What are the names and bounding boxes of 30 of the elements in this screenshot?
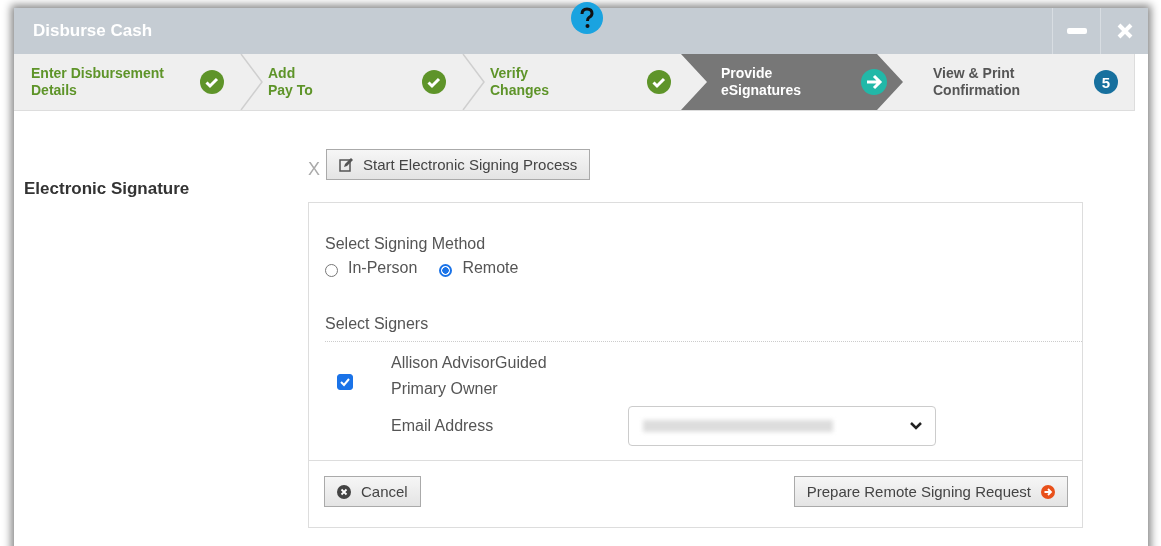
chevron-down-icon xyxy=(909,421,923,431)
checkbox[interactable] xyxy=(337,374,353,390)
field-label: Email Address xyxy=(391,417,495,435)
close-circle-icon xyxy=(337,484,351,499)
minimize-icon xyxy=(1066,28,1087,34)
edit-icon xyxy=(339,157,353,172)
prepare-request-button[interactable]: Prepare Remote Signing Request xyxy=(793,476,1068,507)
step-label: Add Pay To xyxy=(268,65,314,99)
arrow-circle-icon xyxy=(1041,484,1055,499)
step-label: Verify Changes xyxy=(490,65,551,99)
window-title: Disburse Cash xyxy=(33,21,153,41)
radio-option[interactable]: Remote xyxy=(439,259,519,277)
check-icon xyxy=(647,70,671,94)
close-icon xyxy=(1115,22,1134,40)
section-label: Electronic Signature xyxy=(24,179,190,198)
help-icon[interactable] xyxy=(571,2,603,34)
check-icon xyxy=(200,70,224,94)
check-icon xyxy=(422,70,446,94)
cancel-button[interactable]: Cancel xyxy=(324,476,421,507)
field-label: Select Signing Method xyxy=(325,235,487,253)
signer-role: Primary Owner xyxy=(391,380,499,398)
field-label: Select Signers xyxy=(325,315,430,333)
step-label: Provide eSignatures xyxy=(721,65,803,99)
step-label: Enter Disbursement Details xyxy=(31,65,166,99)
start-signing-button[interactable]: Start Electronic Signing Process xyxy=(326,149,591,180)
signer-name: Allison AdvisorGuided xyxy=(391,354,548,372)
step-label: View & Print Confirmation xyxy=(933,65,1022,99)
email-select[interactable] xyxy=(628,406,936,446)
radio-option[interactable]: In-Person xyxy=(325,259,418,277)
step-number: 5 xyxy=(1094,70,1118,94)
